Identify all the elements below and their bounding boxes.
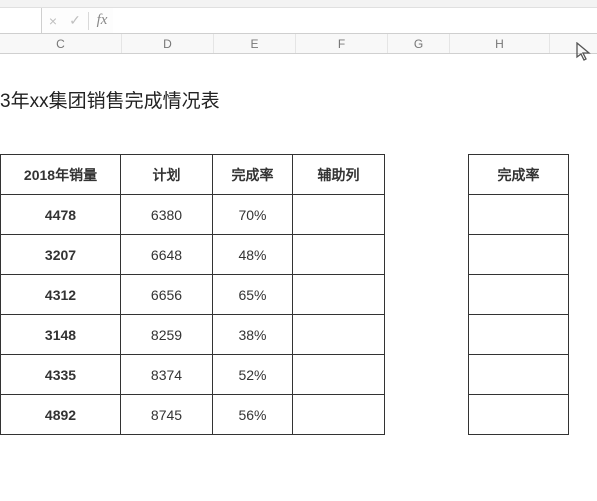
cell-plan[interactable]: 8259: [121, 315, 213, 355]
side-cell[interactable]: [469, 195, 569, 235]
col-header-e[interactable]: E: [214, 34, 296, 53]
table-row: 4478638070%: [1, 195, 385, 235]
table-row: 4312665665%: [1, 275, 385, 315]
cell-plan[interactable]: 8374: [121, 355, 213, 395]
th-aux[interactable]: 辅助列: [293, 155, 385, 195]
page-title: 3年xx集团销售完成情况表: [0, 86, 220, 113]
cell-aux[interactable]: [293, 235, 385, 275]
table-row: [469, 235, 569, 275]
divider: [88, 12, 89, 30]
cell-aux[interactable]: [293, 395, 385, 435]
ribbon-sliver: [0, 0, 597, 8]
table-row: [469, 275, 569, 315]
cell-rate[interactable]: 70%: [213, 195, 293, 235]
col-header-f[interactable]: F: [296, 34, 388, 53]
table-row: [469, 355, 569, 395]
cell-rate[interactable]: 38%: [213, 315, 293, 355]
cell-rate[interactable]: 56%: [213, 395, 293, 435]
side-cell[interactable]: [469, 235, 569, 275]
main-table: 2018年销量 计划 完成率 辅助列 4478638070%3207664848…: [0, 154, 385, 435]
formula-input[interactable]: [113, 8, 597, 33]
table-header-row: 2018年销量 计划 完成率 辅助列: [1, 155, 385, 195]
cell-sales[interactable]: 4892: [1, 395, 121, 435]
cell-sales[interactable]: 3207: [1, 235, 121, 275]
cell-sales[interactable]: 4312: [1, 275, 121, 315]
table-row: [469, 395, 569, 435]
cell-aux[interactable]: [293, 315, 385, 355]
col-header-h[interactable]: H: [450, 34, 550, 53]
side-cell[interactable]: [469, 355, 569, 395]
side-table: 完成率: [468, 154, 569, 435]
cell-aux[interactable]: [293, 355, 385, 395]
formula-bar: × ✓ fx: [0, 8, 597, 34]
side-cell[interactable]: [469, 275, 569, 315]
table-row: [469, 195, 569, 235]
col-header-c[interactable]: C: [0, 34, 122, 53]
cell-plan[interactable]: 8745: [121, 395, 213, 435]
table-row: 3207664848%: [1, 235, 385, 275]
side-cell[interactable]: [469, 315, 569, 355]
cell-rate[interactable]: 65%: [213, 275, 293, 315]
enter-icon[interactable]: ✓: [64, 8, 86, 33]
column-headers: C D E F G H: [0, 34, 597, 54]
side-cell[interactable]: [469, 395, 569, 435]
cancel-icon[interactable]: ×: [42, 8, 64, 33]
cell-sales[interactable]: 4478: [1, 195, 121, 235]
table-row: [469, 315, 569, 355]
side-th-rate[interactable]: 完成率: [469, 155, 569, 195]
table-row: 4335837452%: [1, 355, 385, 395]
cell-rate[interactable]: 52%: [213, 355, 293, 395]
cell-aux[interactable]: [293, 195, 385, 235]
name-box[interactable]: [0, 8, 42, 33]
col-header-d[interactable]: D: [122, 34, 214, 53]
cell-aux[interactable]: [293, 275, 385, 315]
cell-sales[interactable]: 4335: [1, 355, 121, 395]
fx-icon[interactable]: fx: [91, 8, 113, 33]
cell-sales[interactable]: 3148: [1, 315, 121, 355]
th-rate[interactable]: 完成率: [213, 155, 293, 195]
table-row: 4892874556%: [1, 395, 385, 435]
col-header-g[interactable]: G: [388, 34, 450, 53]
cell-rate[interactable]: 48%: [213, 235, 293, 275]
cell-plan[interactable]: 6380: [121, 195, 213, 235]
cell-plan[interactable]: 6648: [121, 235, 213, 275]
cell-plan[interactable]: 6656: [121, 275, 213, 315]
th-sales-year[interactable]: 2018年销量: [1, 155, 121, 195]
th-plan[interactable]: 计划: [121, 155, 213, 195]
sheet-area[interactable]: 3年xx集团销售完成情况表 2018年销量 计划 完成率 辅助列 4478638…: [0, 54, 597, 501]
formula-bar-buttons: × ✓ fx: [42, 8, 113, 33]
table-row: 3148825938%: [1, 315, 385, 355]
